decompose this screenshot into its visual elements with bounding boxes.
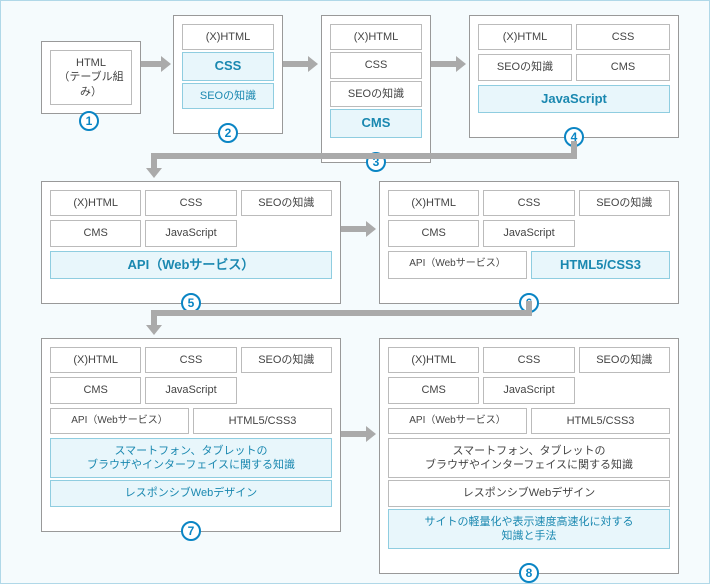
skill: SEOの知識 [241,190,332,216]
card-1: HTML （テーブル組み） [41,41,141,114]
skill: サイトの軽量化や表示速度高速化に対する 知識と手法 [388,509,670,550]
skill: JavaScript [483,377,574,403]
skill: CSS [330,52,422,78]
card-2: (X)HTML CSS SEOの知識 2 [173,15,283,134]
skill: (X)HTML [50,347,141,373]
arrow [151,153,157,168]
arrow-head [146,168,162,178]
skill: CSS [483,347,574,373]
arrow-head [366,221,376,237]
card-8: (X)HTML CSS SEOの知識 CMS JavaScript API（We… [379,338,679,574]
skill: (X)HTML [388,190,479,216]
skill: SEOの知識 [330,81,422,107]
arrow [151,310,157,325]
card-6: (X)HTML CSS SEOの知識 CMS JavaScript API（We… [379,181,679,304]
skill: CSS [145,347,236,373]
skill: SEOの知識 [241,347,332,373]
skill: JavaScript [145,377,236,403]
skill: JavaScript [483,220,574,246]
badge-1: 1 [79,111,99,131]
skill: API（Webサービス） [388,408,527,434]
arrow [341,431,366,437]
arrow-head [146,325,162,335]
skill: JavaScript [145,220,236,246]
arrow-head [161,56,171,72]
skill: HTML （テーブル組み） [50,50,132,105]
badge-8: 8 [519,563,539,583]
skill: HTML5/CSS3 [531,408,670,434]
skill: HTML5/CSS3 [193,408,332,434]
arrow [151,153,577,159]
arrow [141,61,161,67]
skill: CMS [50,377,141,403]
arrow-head [308,56,318,72]
arrow [151,310,532,316]
skill: SEOの知識 [579,347,670,373]
arrow-head [456,56,466,72]
skill: CSS [145,190,236,216]
skill: CSS [483,190,574,216]
skill: CMS [388,220,479,246]
skill: API（Webサービス） [50,251,332,280]
card-5: (X)HTML CSS SEOの知識 CMS JavaScript API（We… [41,181,341,304]
card-7: (X)HTML CSS SEOの知識 CMS JavaScript API（We… [41,338,341,532]
skill: (X)HTML [182,24,274,50]
skill: レスポンシブWebデザイン [50,480,332,506]
skill: SEOの知識 [182,83,274,109]
skill: (X)HTML [50,190,141,216]
skill: JavaScript [478,85,670,114]
skill: (X)HTML [478,24,572,50]
diagram-canvas: HTML （テーブル組み） 1 (X)HTML CSS SEOの知識 2 (X)… [0,0,710,584]
skill: CMS [50,220,141,246]
skill: CMS [330,109,422,138]
skill: CSS [182,52,274,81]
skill: レスポンシブWebデザイン [388,480,670,506]
skill: API（Webサービス） [388,251,527,280]
skill: API（Webサービス） [50,408,189,434]
skill: (X)HTML [330,24,422,50]
arrow [341,226,366,232]
skill: スマートフォン、タブレットの ブラウザやインターフェイスに関する知識 [388,438,670,479]
skill: CMS [576,54,670,80]
skill: CSS [576,24,670,50]
skill: (X)HTML [388,347,479,373]
skill: SEOの知識 [579,190,670,216]
skill: スマートフォン、タブレットの ブラウザやインターフェイスに関する知識 [50,438,332,479]
skill: CMS [388,377,479,403]
card-3: (X)HTML CSS SEOの知識 CMS 3 [321,15,431,163]
card-4: (X)HTML CSS SEOの知識 CMS JavaScript 4 [469,15,679,138]
skill: SEOの知識 [478,54,572,80]
skill: HTML5/CSS3 [531,251,670,280]
badge-2: 2 [218,123,238,143]
badge-7: 7 [181,521,201,541]
arrow [431,61,456,67]
arrow [283,61,308,67]
arrow-head [366,426,376,442]
